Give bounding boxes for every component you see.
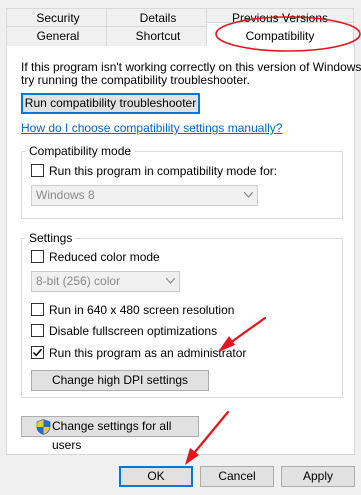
compatibility-os-select[interactable]: Windows 8 <box>31 185 258 206</box>
shield-icon <box>36 419 51 435</box>
disable-fullscreen-label: Disable fullscreen optimizations <box>49 324 218 338</box>
res-640-label: Run in 640 x 480 screen resolution <box>49 303 235 317</box>
tab-general-label: General <box>36 29 80 43</box>
chevron-down-icon <box>244 192 253 198</box>
tab-security[interactable]: Security <box>6 8 110 28</box>
tab-shortcut[interactable]: Shortcut <box>106 26 210 46</box>
tab-details-label: Details <box>139 11 177 25</box>
disable-fullscreen-checkbox[interactable] <box>31 324 44 337</box>
run-as-admin-checkbox[interactable] <box>31 346 44 359</box>
color-depth-select[interactable]: 8-bit (256) color <box>31 271 180 292</box>
ok-button[interactable]: OK <box>119 466 193 487</box>
change-dpi-button[interactable]: Change high DPI settings <box>31 370 209 391</box>
tab-compatibility-label: Compatibility <box>245 29 315 43</box>
run-troubleshooter-button[interactable]: Run compatibility troubleshooter <box>21 93 200 114</box>
compatibility-mode-label: Run this program in compatibility mode f… <box>49 164 278 178</box>
res-640-checkbox[interactable] <box>31 303 44 316</box>
color-depth-value: 8-bit (256) color <box>36 274 121 288</box>
checkmark-icon <box>32 348 43 357</box>
settings-legend: Settings <box>26 231 76 245</box>
tab-general[interactable]: General <box>6 26 110 46</box>
help-link[interactable]: How do I choose compatibility settings m… <box>21 121 282 135</box>
compatibility-os-value: Windows 8 <box>36 188 95 202</box>
compatibility-mode-legend: Compatibility mode <box>26 144 135 158</box>
apply-button[interactable]: Apply <box>281 466 355 487</box>
tab-compatibility[interactable]: Compatibility <box>206 22 354 46</box>
change-all-users-button[interactable]: Change settings for all users <box>21 416 199 452</box>
intro-line-2: try running the compatibility troublesho… <box>21 73 250 87</box>
cancel-button[interactable]: Cancel <box>200 466 274 487</box>
run-as-admin-label: Run this program as an administrator <box>49 346 247 360</box>
tab-security-label: Security <box>36 11 80 25</box>
chevron-down-icon <box>166 278 175 284</box>
tab-shortcut-label: Shortcut <box>135 29 181 43</box>
compatibility-mode-checkbox[interactable] <box>31 164 44 177</box>
reduced-color-label: Reduced color mode <box>49 250 160 264</box>
tab-details[interactable]: Details <box>106 8 210 28</box>
intro-line-1: If this program isn't working correctly … <box>21 60 361 74</box>
reduced-color-checkbox[interactable] <box>31 250 44 263</box>
